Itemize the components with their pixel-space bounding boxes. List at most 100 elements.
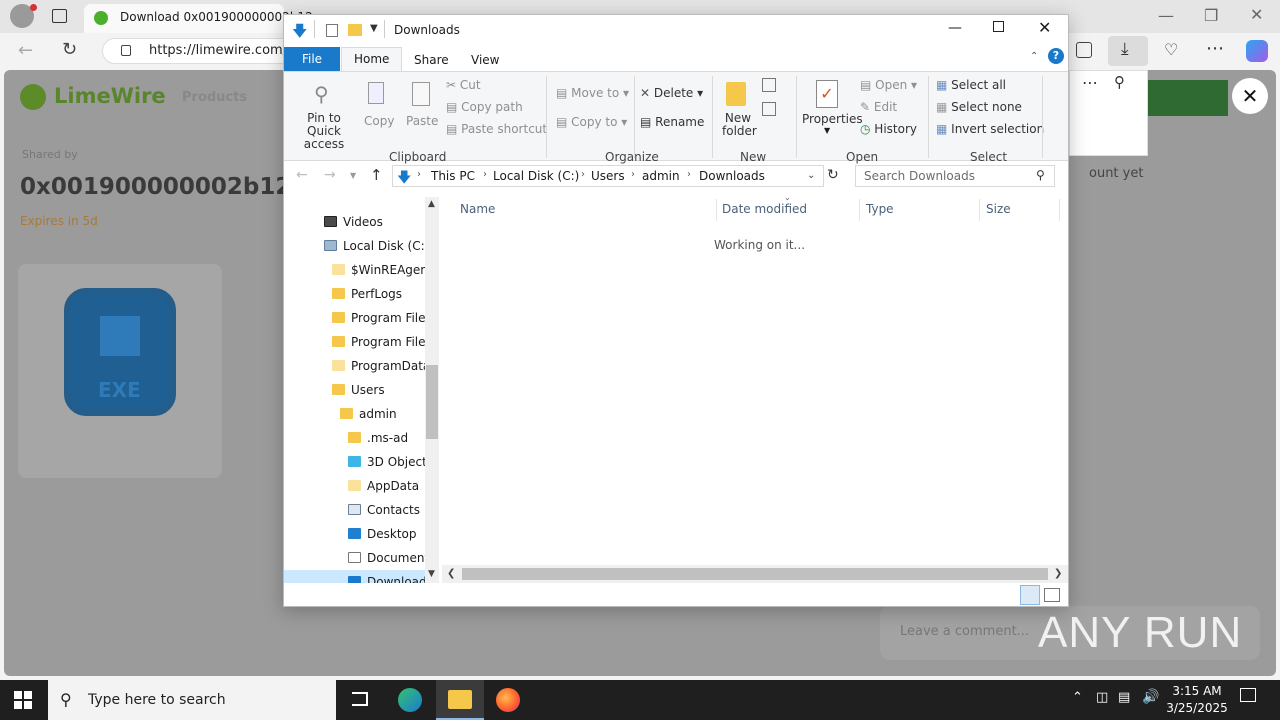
address-bar[interactable]: https://limewire.com/d — [102, 38, 302, 64]
minimize-button[interactable]: — — [948, 20, 962, 36]
downloads-more-icon[interactable]: ⋯ — [1082, 73, 1098, 92]
tree-item[interactable]: Videos — [284, 210, 426, 234]
browser-minimize-button[interactable]: — — [1158, 6, 1174, 25]
address-breadcrumb[interactable]: 🡇 › This PC › Local Disk (C:) › Users › … — [392, 165, 824, 187]
tab-home[interactable]: Home — [341, 47, 403, 72]
scroll-left-icon[interactable]: ❮ — [447, 568, 455, 579]
tab-share[interactable]: Share — [402, 49, 461, 71]
crumb-users[interactable]: Users — [591, 169, 625, 183]
tab-view[interactable]: View — [459, 49, 511, 71]
help-icon[interactable]: ? — [1048, 48, 1064, 64]
back-arrow-icon[interactable]: ← — [296, 167, 308, 183]
up-arrow-icon[interactable]: ↑ — [370, 166, 383, 184]
network-icon[interactable]: ▤ — [1118, 690, 1130, 705]
cut-button[interactable]: ✂ Cut — [446, 78, 481, 92]
tree-scrollbar[interactable]: ▲ ▼ — [425, 197, 439, 583]
new-item-icon[interactable] — [762, 78, 776, 92]
file-card[interactable]: EXE — [18, 264, 222, 478]
tab-file[interactable]: File — [284, 47, 340, 71]
volume-icon[interactable]: 🔊 — [1142, 689, 1159, 705]
tree-item[interactable]: Users — [284, 378, 426, 402]
tree-item[interactable]: PerfLogs — [284, 282, 426, 306]
large-icons-view-icon[interactable] — [1044, 588, 1060, 602]
ribbon-collapse-icon[interactable]: ⌃ — [1030, 51, 1038, 62]
start-button[interactable] — [14, 691, 32, 709]
customize-qat-icon[interactable]: ▼ — [370, 23, 378, 34]
create-account-button[interactable] — [1148, 80, 1228, 116]
paste-shortcut-button[interactable]: ▤ Paste shortcut — [446, 122, 547, 136]
copy-to-button[interactable]: ▤ Copy to ▾ — [556, 115, 627, 129]
history-button[interactable]: ◷ History — [860, 122, 917, 136]
delete-button[interactable]: ✕ Delete ▾ — [640, 86, 703, 100]
hscroll-thumb[interactable] — [462, 568, 1048, 580]
column-date-modified[interactable]: Date modified — [722, 202, 807, 216]
select-all-button[interactable]: ▦ Select all — [936, 78, 1006, 92]
address-dropdown-icon[interactable]: ⌄ — [807, 170, 815, 181]
refresh-icon[interactable]: ↻ — [827, 167, 839, 183]
select-none-button[interactable]: ▦ Select none — [936, 100, 1022, 114]
scroll-up-icon[interactable]: ▲ — [428, 199, 435, 209]
easy-access-icon[interactable] — [762, 102, 776, 116]
column-type[interactable]: Type — [866, 202, 894, 216]
nav-products[interactable]: Products — [182, 90, 247, 105]
firefox-taskbar-button[interactable] — [484, 680, 532, 720]
properties-button[interactable]: Properties — [802, 112, 863, 126]
security-icon[interactable]: ◫ — [1096, 690, 1108, 705]
tree-item[interactable]: admin — [284, 402, 426, 426]
tree-item[interactable]: 3D Objects — [284, 450, 426, 474]
pin-icon[interactable]: ⚲ — [1114, 73, 1125, 91]
edge-taskbar-button[interactable] — [386, 680, 434, 720]
properties-quick-icon[interactable] — [326, 24, 338, 37]
close-button[interactable]: ✕ — [1038, 18, 1051, 37]
tree-item[interactable]: .ms-ad — [284, 426, 426, 450]
tab-limewire[interactable]: Download 0x001900000002b12 — [84, 4, 313, 33]
tree-item[interactable]: Program Files — [284, 330, 426, 354]
search-box[interactable]: Search Downloads ⚲ — [855, 165, 1055, 187]
edit-button[interactable]: ✎ Edit — [860, 100, 897, 114]
column-size[interactable]: Size — [986, 202, 1011, 216]
notifications-icon[interactable] — [1240, 688, 1256, 702]
tree-item[interactable]: ProgramData — [284, 354, 426, 378]
clock-date[interactable]: 3/25/2025 — [1166, 701, 1228, 715]
task-view-button[interactable] — [336, 680, 384, 720]
details-view-icon[interactable] — [1020, 585, 1040, 605]
crumb-this-pc[interactable]: This PC — [431, 169, 475, 183]
crumb-downloads[interactable]: Downloads — [699, 169, 765, 183]
rename-button[interactable]: ▤ Rename — [640, 115, 704, 129]
tree-item[interactable]: Desktop — [284, 522, 426, 546]
downloads-button[interactable]: ⤓ — [1108, 36, 1148, 66]
invert-selection-button[interactable]: ▦ Invert selection — [936, 122, 1044, 136]
crumb-admin[interactable]: admin — [642, 169, 680, 183]
new-folder-button[interactable]: New folder — [722, 112, 757, 138]
browser-close-button[interactable]: ✕ — [1250, 5, 1263, 24]
back-icon[interactable]: ← — [18, 40, 33, 61]
tab-actions-icon[interactable] — [52, 9, 67, 23]
copy-path-button[interactable]: ▤ Copy path — [446, 100, 523, 114]
collections-icon[interactable] — [1076, 42, 1092, 58]
taskbar-search[interactable]: ⚲ Type here to search — [48, 680, 336, 720]
forward-arrow-icon[interactable]: → — [324, 167, 336, 183]
column-name[interactable]: Name — [460, 202, 495, 216]
properties-dropdown-icon[interactable]: ▼ — [824, 126, 830, 135]
close-overlay-button[interactable]: ✕ — [1232, 78, 1268, 114]
tree-item[interactable]: Local Disk (C:) — [284, 234, 426, 258]
scroll-down-icon[interactable]: ▼ — [428, 569, 435, 579]
browser-restore-button[interactable]: ❐ — [1204, 6, 1218, 25]
file-explorer-taskbar-button[interactable] — [436, 680, 484, 720]
move-to-button[interactable]: ▤ Move to ▾ — [556, 86, 629, 100]
tree-item[interactable]: Program Files — [284, 306, 426, 330]
recent-locations-icon[interactable]: ▼ — [350, 171, 356, 180]
tree-item[interactable]: AppData — [284, 474, 426, 498]
tree-item[interactable]: Downloads — [284, 570, 426, 583]
tree-item[interactable]: $WinREAgent — [284, 258, 426, 282]
copilot-icon[interactable] — [1246, 40, 1268, 62]
pin-quick-access-button[interactable]: Pin to Quick access — [292, 112, 356, 151]
new-folder-quick-icon[interactable] — [348, 24, 362, 36]
maximize-button[interactable] — [993, 21, 1004, 32]
tree-scroll-thumb[interactable] — [426, 365, 438, 439]
copy-button[interactable]: Copy — [364, 114, 394, 128]
open-button[interactable]: ▤ Open ▾ — [860, 78, 917, 92]
scroll-right-icon[interactable]: ❯ — [1054, 568, 1062, 579]
tree-item[interactable]: Contacts — [284, 498, 426, 522]
refresh-icon[interactable]: ↻ — [62, 39, 77, 60]
